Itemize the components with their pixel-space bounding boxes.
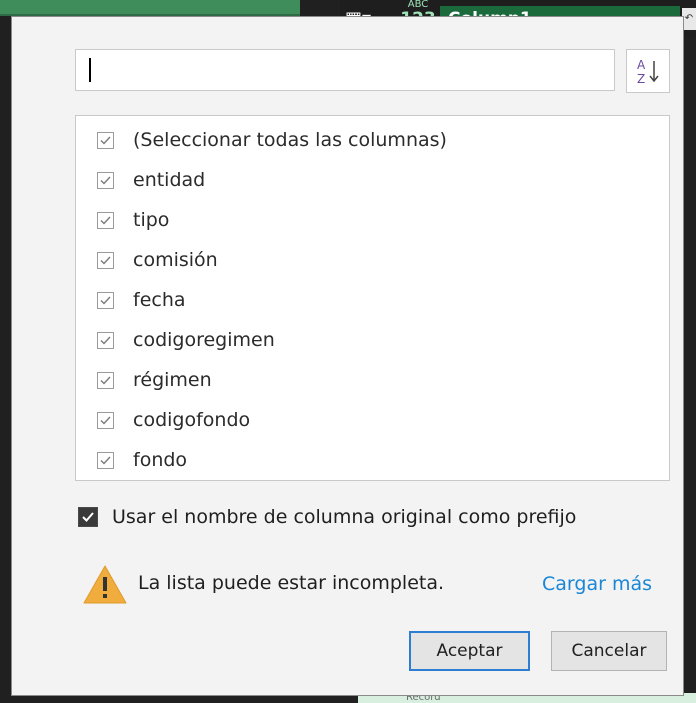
check-icon <box>100 136 111 145</box>
column-label: régimen <box>133 369 212 391</box>
column-list-item[interactable]: régimen <box>76 362 636 398</box>
sort-az-icon: A Z <box>637 58 659 86</box>
load-more-link[interactable]: Cargar más <box>542 573 652 595</box>
check-icon <box>100 256 111 265</box>
column-checkbox[interactable] <box>97 211 114 229</box>
check-icon <box>100 176 111 185</box>
column-checkbox[interactable] <box>97 251 114 269</box>
expand-columns-popup: A Z (Seleccionar todas las columnas) enti… <box>11 16 684 696</box>
text-caret <box>89 58 91 82</box>
column-list-item[interactable]: entidad <box>76 162 636 198</box>
sort-az-button[interactable]: A Z <box>626 49 670 93</box>
column-label: entidad <box>133 169 206 191</box>
column-checkbox[interactable] <box>97 131 114 149</box>
column-list-item[interactable]: fecha <box>76 282 636 318</box>
check-icon <box>100 216 111 225</box>
prefix-option[interactable]: Usar el nombre de columna original como … <box>78 502 576 532</box>
check-icon <box>100 296 111 305</box>
check-icon <box>100 416 111 425</box>
warning-message: La lista puede estar incompleta. <box>138 572 445 594</box>
column-label: comisión <box>133 249 218 271</box>
prefix-label: Usar el nombre de columna original como … <box>112 506 577 528</box>
column-checkbox[interactable] <box>97 171 114 189</box>
column-list-item[interactable]: tipo <box>76 202 636 238</box>
svg-text:A: A <box>637 58 646 72</box>
check-icon <box>100 376 111 385</box>
column-checkbox[interactable] <box>97 411 114 429</box>
warning-icon <box>83 565 127 604</box>
accept-button[interactable]: Aceptar <box>409 631 530 671</box>
column-checkbox[interactable] <box>97 371 114 389</box>
column-list-item[interactable]: codigofondo <box>76 402 636 438</box>
column-checkbox[interactable] <box>97 291 114 309</box>
expand-column-icon[interactable]: ↶ <box>682 8 696 30</box>
column-list-item[interactable]: fondo <box>76 442 636 478</box>
column-list[interactable]: (Seleccionar todas las columnas) entidad t… <box>75 115 670 481</box>
column-checkbox[interactable] <box>97 451 114 469</box>
column-label: fondo <box>133 449 188 471</box>
check-icon <box>100 336 111 345</box>
column-list-item[interactable]: (Seleccionar todas las columnas) <box>76 122 636 158</box>
column-label: fecha <box>133 289 186 311</box>
prefix-checkbox[interactable] <box>78 507 98 527</box>
svg-text:Z: Z <box>637 72 645 86</box>
column-list-item[interactable]: codigoregimen <box>76 322 636 358</box>
column-list-item[interactable]: comisión <box>76 242 636 278</box>
search-columns-input[interactable] <box>75 49 615 91</box>
check-icon <box>100 456 111 465</box>
column-label: (Seleccionar todas las columnas) <box>133 129 447 151</box>
check-icon <box>82 512 94 522</box>
column-label: codigoregimen <box>133 329 275 351</box>
column-label: tipo <box>133 209 170 231</box>
background-green-bar <box>0 0 300 16</box>
column-label: codigofondo <box>133 409 251 431</box>
cancel-button[interactable]: Cancelar <box>551 631 667 671</box>
column-checkbox[interactable] <box>97 331 114 349</box>
